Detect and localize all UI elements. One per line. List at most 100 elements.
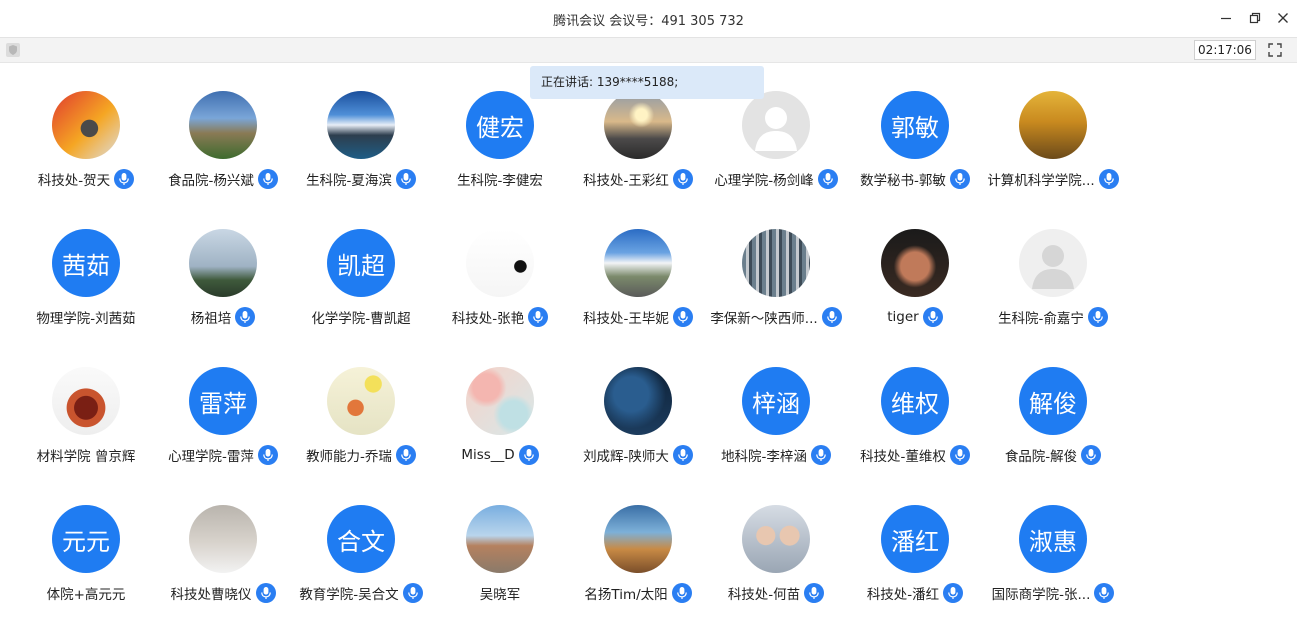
participant-tile[interactable]: 材料学院 曾京辉 [11, 367, 161, 487]
participant-name: 吴晓军 [479, 587, 521, 603]
participant-tile[interactable]: 健宏 生科院-李健宏 [425, 91, 575, 211]
participant-avatar: 解俊 [1019, 367, 1087, 435]
participant-tile[interactable]: 杨祖培 [148, 229, 298, 349]
participant-avatar: 元元 [52, 505, 120, 573]
participant-tile[interactable]: 心理学院-杨剑峰 [701, 91, 851, 211]
participant-tile[interactable]: 刘成辉-陕师大 [563, 367, 713, 487]
participant-tile[interactable]: Miss__D [425, 367, 575, 487]
participant-tile[interactable]: 潘红 科技处-潘红 [840, 505, 990, 625]
participant-tile[interactable]: 元元体院+高元元 [11, 505, 161, 625]
participant-avatar [466, 367, 534, 435]
microphone-icon [395, 445, 416, 465]
participant-name-row: 科技处曹晓仪 [148, 582, 298, 604]
avatar-initials: 茜茹 [62, 251, 110, 280]
close-button[interactable] [1272, 8, 1294, 28]
participant-name-row: 化学学院-曹凯超 [286, 306, 436, 328]
microphone-icon [804, 583, 825, 603]
minimize-button[interactable] [1215, 8, 1237, 28]
avatar-initials: 维权 [891, 389, 939, 418]
participant-tile[interactable]: tiger [840, 229, 990, 349]
participant-name: 生科院-俞嘉宁 [998, 311, 1084, 327]
participant-name: 生科院-夏海滨 [306, 173, 392, 189]
avatar-initials: 凯超 [337, 251, 385, 280]
microphone-icon [257, 445, 278, 465]
participant-tile[interactable]: 教师能力-乔瑞 [286, 367, 436, 487]
microphone-icon [1087, 307, 1108, 327]
participant-name-row: 生科院-俞嘉宁 [978, 306, 1128, 328]
shield-icon[interactable] [6, 43, 20, 57]
participant-tile[interactable]: 食品院-杨兴斌 [148, 91, 298, 211]
participant-avatar [466, 505, 534, 573]
participant-name: 化学学院-曹凯超 [311, 311, 411, 327]
participant-tile[interactable]: 淑惠国际商学院-张... [978, 505, 1128, 625]
participant-name: 材料学院 曾京辉 [36, 449, 136, 465]
participant-tile[interactable]: 科技处-贺天 [11, 91, 161, 211]
participant-name: 科技处-张艳 [451, 311, 525, 327]
participant-tile[interactable]: 茜茹 物理学院-刘茜茹 [11, 229, 161, 349]
participant-tile[interactable]: 计算机科学学院... [978, 91, 1128, 211]
participant-tile[interactable]: 科技处-王毕妮 [563, 229, 713, 349]
participant-avatar [742, 91, 810, 159]
participant-name: 体院+高元元 [46, 587, 126, 603]
participant-name-row: 教师能力-乔瑞 [286, 444, 436, 466]
participant-tile[interactable]: 名扬Tim/太阳 [563, 505, 713, 625]
participant-avatar: 郭敏 [881, 91, 949, 159]
restore-button[interactable] [1244, 8, 1266, 28]
participant-tile[interactable]: 梓涵地科院-李梓涵 [701, 367, 851, 487]
microphone-icon [949, 445, 970, 465]
participant-name: 名扬Tim/太阳 [584, 587, 668, 603]
participant-avatar: 淑惠 [1019, 505, 1087, 573]
participant-avatar: 梓涵 [742, 367, 810, 435]
participant-name: 杨祖培 [190, 311, 232, 327]
participant-name-row: 科技处-王毕妮 [563, 306, 713, 328]
participant-name-row: 生科院-李健宏 [425, 168, 575, 190]
participant-name: 国际商学院-张... [991, 587, 1091, 603]
fullscreen-icon[interactable] [1266, 41, 1284, 59]
avatar-initials: 潘红 [891, 527, 939, 556]
participant-name-row: 教育学院-吴合文 [286, 582, 436, 604]
participant-tile[interactable]: 郭敏数学秘书-郭敏 [840, 91, 990, 211]
participant-name: 刘成辉-陕师大 [583, 449, 669, 465]
participant-name-row: Miss__D [425, 444, 575, 466]
participant-tile[interactable]: 合文 教育学院-吴合文 [286, 505, 436, 625]
microphone-icon [672, 169, 693, 189]
avatar-initials: 元元 [62, 527, 110, 556]
participant-tile[interactable]: 解俊 食品院-解俊 [978, 367, 1128, 487]
participant-name-row: tiger [840, 306, 990, 328]
participant-name-row: 计算机科学学院... [978, 168, 1128, 190]
participant-tile[interactable]: 科技处-何苗 [701, 505, 851, 625]
microphone-icon [518, 445, 539, 465]
participant-tile[interactable]: 吴晓军 [425, 505, 575, 625]
speaking-indicator: 正在讲话: 139****5188; [530, 66, 764, 99]
participant-tile[interactable]: 维权 科技处-董维权 [840, 367, 990, 487]
participant-name-row: 食品院-杨兴斌 [148, 168, 298, 190]
participant-avatar [327, 91, 395, 159]
participant-avatar: 茜茹 [52, 229, 120, 297]
microphone-icon [672, 445, 693, 465]
window-title: 腾讯会议 会议号：491 305 732 [553, 14, 744, 29]
meeting-toolbar: 02:17:06 [0, 38, 1297, 63]
participant-name-row: 地科院-李梓涵 [701, 444, 851, 466]
participant-name: 地科院-李梓涵 [721, 449, 807, 465]
participant-name: 生科院-李健宏 [457, 173, 543, 189]
participant-tile[interactable]: 凯超化学学院-曹凯超 [286, 229, 436, 349]
participant-name: 科技处曹晓仪 [170, 587, 252, 603]
microphone-icon [1094, 583, 1115, 603]
participant-name: 计算机科学学院... [987, 173, 1095, 189]
participant-name-row: 材料学院 曾京辉 [11, 444, 161, 466]
participant-avatar: 凯超 [327, 229, 395, 297]
avatar-initials: 淑惠 [1029, 527, 1077, 556]
participant-avatar [881, 229, 949, 297]
participant-name-row: 刘成辉-陕师大 [563, 444, 713, 466]
restore-icon [1249, 12, 1261, 24]
participant-tile[interactable]: 科技处-王彩红 [563, 91, 713, 211]
participant-tile[interactable]: 科技处曹晓仪 [148, 505, 298, 625]
participant-tile[interactable]: 生科院-夏海滨 [286, 91, 436, 211]
participant-tile[interactable]: 科技处-张艳 [425, 229, 575, 349]
microphone-icon [949, 169, 970, 189]
participant-tile[interactable]: 生科院-俞嘉宁 [978, 229, 1128, 349]
participant-tile[interactable]: 雷萍 心理学院-雷萍 [148, 367, 298, 487]
participant-name: 心理学院-雷萍 [168, 449, 254, 465]
participant-name-row: 数学秘书-郭敏 [840, 168, 990, 190]
participant-tile[interactable]: 李保新～陕西师... [701, 229, 851, 349]
